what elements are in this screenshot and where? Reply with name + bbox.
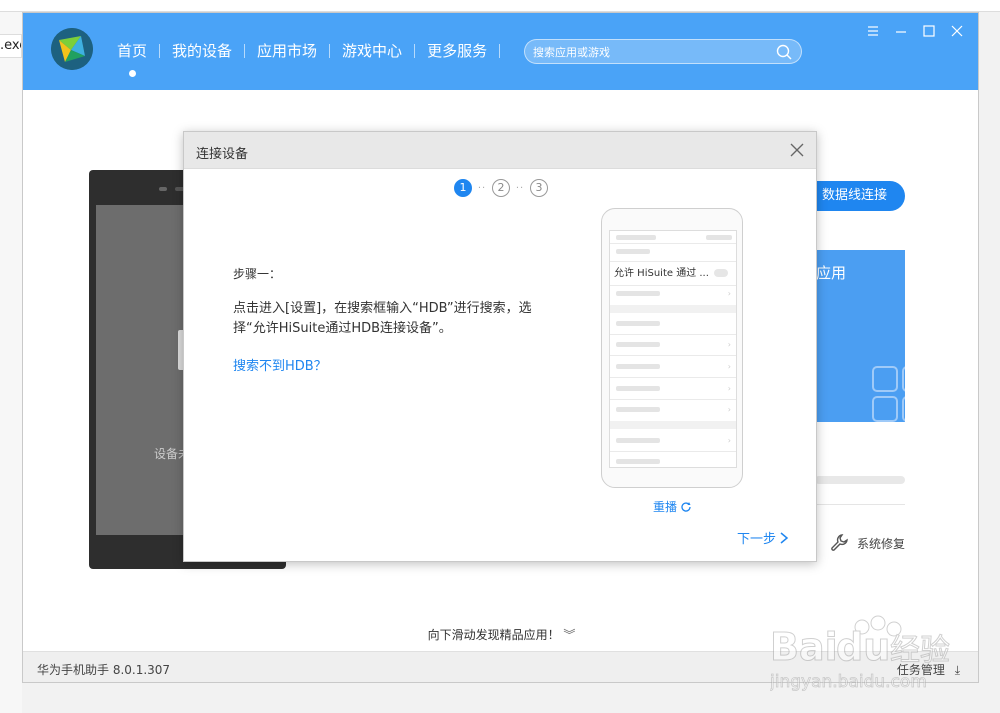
chevron-right-icon — [780, 531, 789, 544]
mock-bar — [616, 407, 660, 412]
mock-divider — [610, 243, 736, 244]
mock-divider — [610, 334, 736, 335]
app-card-title: 应用 — [816, 264, 847, 282]
replay-button[interactable]: 重播 — [653, 498, 692, 515]
mock-bar — [616, 321, 660, 326]
mock-bar — [616, 342, 660, 347]
mock-toggle — [714, 269, 728, 277]
step-title: 步骤一： — [233, 267, 282, 281]
mock-section-gap — [610, 305, 736, 313]
tutorial-phone-screen: 允许 HiSuite 通过 ... › › › › › › — [609, 230, 737, 468]
desktop-top-strip — [0, 0, 1000, 12]
nav-home[interactable]: 首页 — [105, 40, 159, 77]
grid-icon — [872, 366, 905, 422]
storage-progress-bar — [815, 476, 905, 484]
mock-chevron-icon: › — [727, 384, 731, 393]
menu-icon[interactable] — [865, 23, 881, 39]
refresh-icon — [681, 501, 691, 512]
mock-chevron-icon: › — [727, 436, 731, 445]
desktop-left-strip: .exe — [0, 12, 22, 713]
nav-divider — [499, 43, 501, 58]
hdb-help-link[interactable]: 搜索不到HDB？ — [233, 355, 327, 374]
step-separator: ·· — [477, 182, 487, 194]
maximize-icon[interactable] — [921, 23, 937, 39]
system-repair-label: 系统修复 — [857, 536, 906, 551]
mock-bar — [616, 364, 660, 369]
connect-device-dialog: 连接设备 1 ·· 2 ·· 3 步骤一： 点击进入[设置]，在搜索框输入“HD… — [183, 131, 817, 562]
divider — [815, 504, 905, 505]
search-icon[interactable] — [775, 43, 793, 61]
nav-game-center[interactable]: 游戏中心 — [330, 40, 414, 61]
search-box[interactable] — [524, 39, 802, 64]
mock-divider — [610, 451, 736, 452]
step-separator: ·· — [515, 182, 525, 194]
next-step-button[interactable]: 下一步 — [737, 528, 789, 547]
mock-chevron-icon: › — [727, 405, 731, 414]
wrench-icon — [831, 534, 848, 551]
mock-section-gap — [610, 421, 736, 429]
minimize-icon[interactable] — [893, 23, 909, 39]
nav-active-indicator — [129, 70, 136, 77]
svg-text:经验: 经验 — [890, 633, 950, 668]
baidu-watermark: Bai du 经验 jingyan.baidu.com — [769, 605, 970, 705]
mock-chevron-icon: › — [727, 289, 731, 298]
double-chevron-down-icon: ︾ — [563, 628, 576, 642]
mock-chevron-icon: › — [727, 362, 731, 371]
step-2: 2 — [492, 179, 510, 197]
main-nav: 首页 我的设备 应用市场 游戏中心 更多服务 — [105, 40, 501, 77]
mock-divider — [610, 399, 736, 400]
dialog-header: 连接设备 — [184, 132, 816, 169]
svg-text:Bai: Bai — [770, 625, 838, 669]
mock-bar — [616, 249, 650, 254]
step-1: 1 — [454, 179, 472, 197]
mock-bar — [616, 291, 660, 296]
search-input[interactable] — [533, 43, 763, 61]
mock-divider — [610, 355, 736, 356]
mock-bar — [706, 235, 732, 240]
phone-sensor — [159, 187, 167, 191]
mock-divider — [610, 285, 736, 286]
dialog-title: 连接设备 — [196, 147, 249, 162]
background-file-tab: .exe — [0, 34, 22, 58]
scroll-hint-text: 向下滑动发现精品应用！ — [427, 628, 560, 642]
version-label: 华为手机助手 8.0.1.307 — [37, 663, 171, 677]
mock-bar — [616, 438, 660, 443]
mock-bar — [616, 459, 660, 464]
hisuite-logo — [51, 28, 93, 70]
svg-text:jingyan.baidu.com: jingyan.baidu.com — [770, 672, 927, 692]
nav-my-device[interactable]: 我的设备 — [160, 40, 244, 61]
replay-label: 重播 — [653, 500, 678, 514]
mock-bar — [616, 235, 656, 240]
mock-divider — [610, 377, 736, 378]
step-description: 点击进入[设置]，在搜索框输入“HDB”进行搜索，选择“允许HiSuite通过H… — [233, 301, 532, 336]
dialog-close-icon[interactable] — [788, 141, 806, 159]
mock-divider — [610, 261, 736, 262]
nav-more-services[interactable]: 更多服务 — [415, 40, 499, 61]
system-repair-button[interactable]: 系统修复 — [829, 533, 905, 553]
nav-app-market[interactable]: 应用市场 — [245, 40, 329, 61]
next-step-label: 下一步 — [737, 532, 777, 547]
mock-bar — [616, 386, 660, 391]
step-3: 3 — [530, 179, 548, 197]
step-indicator: 1 ·· 2 ·· 3 — [454, 179, 548, 197]
close-icon[interactable] — [949, 23, 965, 39]
header-bar: 首页 我的设备 应用市场 游戏中心 更多服务 — [23, 13, 978, 90]
svg-text:du: du — [836, 625, 890, 669]
tutorial-phone-illustration: 允许 HiSuite 通过 ... › › › › › › — [601, 208, 743, 488]
mock-chevron-icon: › — [727, 340, 731, 349]
